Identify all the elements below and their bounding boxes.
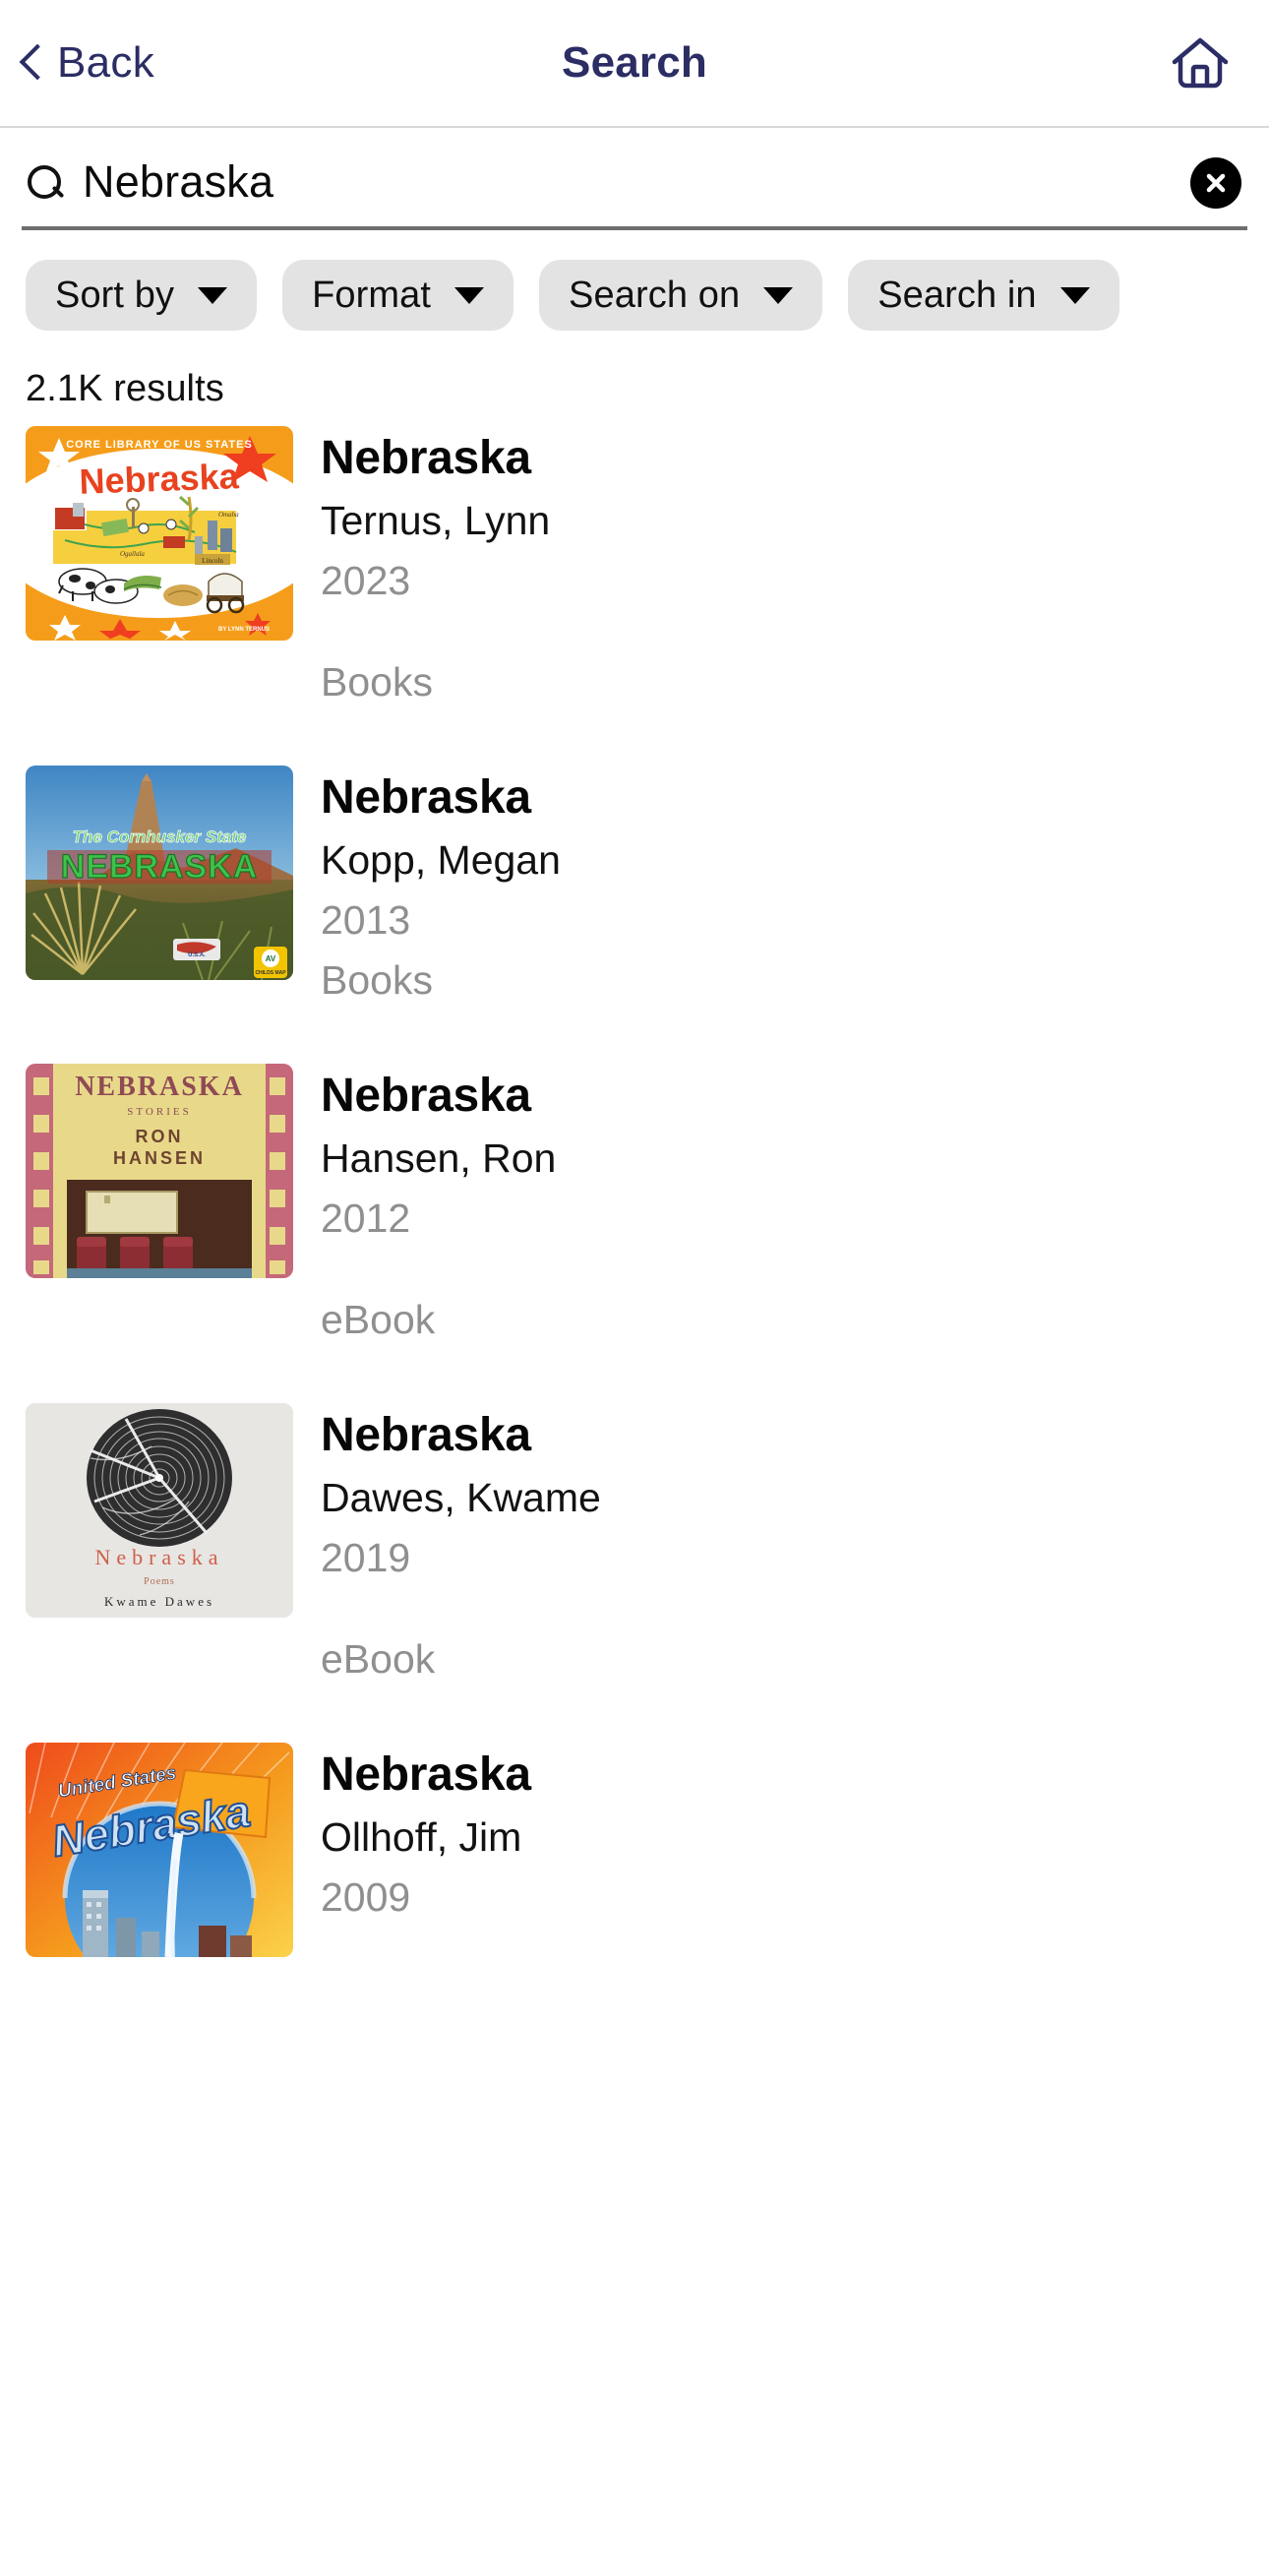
result-year: 2023 bbox=[321, 557, 411, 603]
result-year: 2013 bbox=[321, 896, 411, 943]
result-meta: Nebraska Dawes, Kwame 2019 eBook bbox=[321, 1403, 1243, 1682]
cover-nebraska-poems: Nebraska Poems Kwame Dawes bbox=[26, 1403, 293, 1619]
result-author: Ollhoff, Jim bbox=[321, 1813, 522, 1860]
result-author: Hansen, Ron bbox=[321, 1135, 557, 1181]
filter-chip-label: Search on bbox=[569, 274, 741, 316]
svg-text:CORE LIBRARY OF US STATES: CORE LIBRARY OF US STATES bbox=[66, 439, 253, 451]
filter-chip-format[interactable]: Format bbox=[282, 260, 514, 331]
svg-text:RON: RON bbox=[136, 1127, 184, 1146]
svg-text:Ogallala: Ogallala bbox=[120, 550, 145, 558]
svg-text:NEBRASKA: NEBRASKA bbox=[61, 848, 259, 886]
search-field[interactable]: Nebraska bbox=[22, 140, 1247, 230]
search-results-list: CORE LIBRARY OF US STATES Nebraska Omaha… bbox=[0, 426, 1269, 1958]
result-title: Nebraska bbox=[321, 432, 531, 484]
list-item[interactable]: NEBRASKA STORIES RON HANSEN Nebraska Han… bbox=[26, 1064, 1243, 1342]
result-format: eBook bbox=[321, 1636, 436, 1683]
chevron-down-icon bbox=[1059, 286, 1090, 304]
search-input[interactable]: Nebraska bbox=[83, 159, 1247, 208]
result-meta: Nebraska Hansen, Ron 2012 eBook bbox=[321, 1064, 1243, 1342]
result-year: 2009 bbox=[321, 1873, 411, 1920]
cover-core-library-nebraska: CORE LIBRARY OF US STATES Nebraska Omaha… bbox=[26, 426, 293, 641]
svg-text:The Cornhusker State: The Cornhusker State bbox=[73, 828, 247, 846]
list-item[interactable]: The Cornhusker State NEBRASKA U.S.A. AV … bbox=[26, 766, 1243, 1003]
svg-text:STORIES: STORIES bbox=[127, 1106, 191, 1118]
svg-text:Nebraska: Nebraska bbox=[79, 456, 240, 502]
result-format: Books bbox=[321, 956, 433, 1003]
svg-text:Nebraska: Nebraska bbox=[94, 1545, 223, 1569]
chevron-down-icon bbox=[763, 286, 794, 304]
filter-chip-label: Format bbox=[312, 274, 432, 316]
result-year: 2019 bbox=[321, 1534, 411, 1580]
search-bar-container: Nebraska bbox=[0, 128, 1269, 230]
filter-chip-label: Sort by bbox=[55, 274, 175, 316]
svg-text:Poems: Poems bbox=[144, 1576, 175, 1587]
result-title: Nebraska bbox=[321, 771, 531, 825]
result-meta: Nebraska Ollhoff, Jim 2009 bbox=[321, 1743, 1243, 1920]
result-meta: Nebraska Ternus, Lynn 2023 Books bbox=[321, 426, 1243, 705]
chevron-down-icon bbox=[454, 286, 485, 304]
chevron-left-icon bbox=[18, 40, 43, 86]
result-author: Dawes, Kwame bbox=[321, 1474, 601, 1520]
svg-text:Lincoln: Lincoln bbox=[202, 557, 223, 565]
result-year: 2012 bbox=[321, 1195, 411, 1241]
filter-chip-label: Search in bbox=[877, 274, 1037, 316]
result-author: Ternus, Lynn bbox=[321, 497, 551, 543]
filter-chip-row: Sort by Format Search on Search in bbox=[0, 230, 1269, 331]
svg-text:U.S.A.: U.S.A. bbox=[188, 952, 206, 958]
filter-chip-sort-by[interactable]: Sort by bbox=[26, 260, 258, 331]
svg-text:Kwame Dawes: Kwame Dawes bbox=[104, 1594, 214, 1609]
home-icon[interactable] bbox=[1169, 31, 1232, 94]
svg-text:NEBRASKA: NEBRASKA bbox=[75, 1072, 244, 1102]
filter-chip-search-on[interactable]: Search on bbox=[539, 260, 823, 331]
cover-nebraska-stories: NEBRASKA STORIES RON HANSEN bbox=[26, 1064, 293, 1279]
list-item[interactable]: CORE LIBRARY OF US STATES Nebraska Omaha… bbox=[26, 426, 1243, 705]
clear-search-button[interactable] bbox=[1190, 157, 1241, 209]
svg-text:AV: AV bbox=[266, 954, 276, 963]
top-navigation-bar: Back Search bbox=[0, 0, 1269, 128]
page-title: Search bbox=[562, 38, 707, 87]
results-count: 2.1K results bbox=[26, 368, 224, 409]
result-format: Books bbox=[321, 658, 433, 705]
result-meta: Nebraska Kopp, Megan 2013 Books bbox=[321, 766, 1243, 1003]
cover-cornhusker-state: The Cornhusker State NEBRASKA U.S.A. AV … bbox=[26, 766, 293, 981]
cover-united-states-nebraska: United States Nebraska bbox=[26, 1743, 293, 1958]
result-author: Kopp, Megan bbox=[321, 836, 561, 883]
search-icon bbox=[26, 163, 65, 203]
svg-text:BY LYNN TERNUS: BY LYNN TERNUS bbox=[218, 627, 270, 633]
svg-text:CHILDS MAP: CHILDS MAP bbox=[255, 970, 286, 976]
list-item[interactable]: United States Nebraska Nebraska Ollhoff, bbox=[26, 1743, 1243, 1958]
back-button[interactable]: Back bbox=[18, 38, 154, 88]
chevron-down-icon bbox=[198, 286, 228, 304]
result-title: Nebraska bbox=[321, 1070, 531, 1123]
result-title: Nebraska bbox=[321, 1748, 531, 1802]
result-format: eBook bbox=[321, 1297, 436, 1342]
svg-text:Omaha: Omaha bbox=[218, 511, 239, 519]
svg-text:HANSEN: HANSEN bbox=[113, 1148, 206, 1168]
list-item[interactable]: Nebraska Poems Kwame Dawes Nebraska Dawe… bbox=[26, 1403, 1243, 1682]
back-button-label: Back bbox=[57, 38, 155, 87]
result-title: Nebraska bbox=[321, 1409, 531, 1462]
filter-chip-search-in[interactable]: Search in bbox=[848, 260, 1119, 331]
